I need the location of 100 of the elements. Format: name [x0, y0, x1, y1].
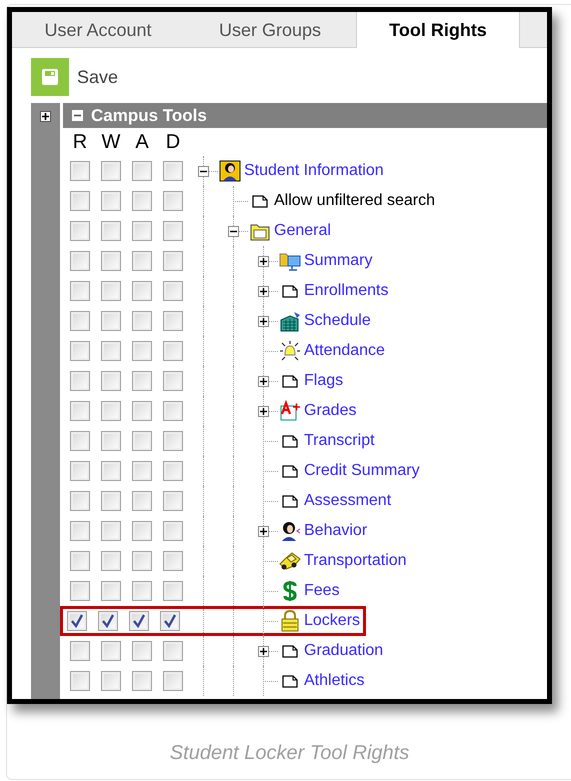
tool-link[interactable]: Attendance: [304, 339, 385, 363]
expand-toggle[interactable]: [258, 256, 269, 267]
collapse-toggle[interactable]: [228, 226, 239, 237]
checkbox[interactable]: [132, 431, 152, 451]
tool-link[interactable]: Flags: [304, 369, 344, 393]
checkbox[interactable]: [101, 581, 121, 601]
checkbox[interactable]: [163, 551, 183, 571]
checkbox[interactable]: [101, 191, 121, 211]
checkbox[interactable]: [163, 401, 183, 421]
checkbox[interactable]: [70, 461, 90, 481]
tool-link[interactable]: Credit Summary: [304, 459, 420, 483]
checkbox[interactable]: [70, 431, 90, 451]
checkbox[interactable]: [70, 671, 90, 691]
checkbox[interactable]: [163, 281, 183, 301]
checkbox[interactable]: [163, 341, 183, 361]
checkbox[interactable]: [132, 401, 152, 421]
checkbox[interactable]: [132, 581, 152, 601]
checkbox[interactable]: [70, 551, 90, 571]
tool-link[interactable]: Grades: [304, 399, 356, 423]
checkbox[interactable]: [132, 281, 152, 301]
checkbox[interactable]: [70, 491, 90, 511]
checkbox[interactable]: [101, 371, 121, 391]
checkbox[interactable]: [101, 341, 121, 361]
checkbox[interactable]: [163, 161, 183, 181]
checkbox[interactable]: [101, 551, 121, 571]
collapse-toggle[interactable]: [72, 110, 83, 121]
tool-link[interactable]: Student Information: [244, 159, 384, 183]
checkbox[interactable]: [101, 401, 121, 421]
checkbox[interactable]: [163, 371, 183, 391]
expand-toggle[interactable]: [258, 286, 269, 297]
collapse-toggle[interactable]: [198, 166, 209, 177]
checkbox[interactable]: [70, 521, 90, 541]
checkbox[interactable]: [70, 371, 90, 391]
expand-toggle[interactable]: [258, 316, 269, 327]
checkbox[interactable]: [70, 581, 90, 601]
checkbox[interactable]: [163, 461, 183, 481]
checkbox[interactable]: [101, 671, 121, 691]
checkbox[interactable]: [101, 491, 121, 511]
checkbox[interactable]: [70, 311, 90, 331]
tool-link[interactable]: Athletics: [304, 669, 364, 693]
tab[interactable]: Tool Rights: [356, 12, 520, 48]
checkbox[interactable]: [101, 461, 121, 481]
checkbox[interactable]: [101, 431, 121, 451]
checkbox[interactable]: [101, 221, 121, 241]
checkbox[interactable]: [132, 521, 152, 541]
tab[interactable]: User Account: [12, 12, 184, 48]
expand-toggle[interactable]: [258, 646, 269, 657]
tool-link[interactable]: Transcript: [304, 429, 375, 453]
checkbox[interactable]: [132, 191, 152, 211]
checkbox[interactable]: [129, 611, 149, 631]
checkbox[interactable]: [70, 161, 90, 181]
checkbox[interactable]: [132, 461, 152, 481]
checkbox[interactable]: [101, 161, 121, 181]
checkbox[interactable]: [70, 221, 90, 241]
checkbox[interactable]: [163, 641, 183, 661]
checkbox[interactable]: [163, 251, 183, 271]
checkbox[interactable]: [163, 581, 183, 601]
checkbox[interactable]: [101, 311, 121, 331]
expand-toggle[interactable]: [258, 376, 269, 387]
checkbox[interactable]: [70, 191, 90, 211]
checkbox[interactable]: [98, 611, 118, 631]
checkbox[interactable]: [163, 491, 183, 511]
checkbox[interactable]: [163, 191, 183, 211]
checkbox[interactable]: [101, 641, 121, 661]
checkbox[interactable]: [132, 551, 152, 571]
expand-toggle[interactable]: [258, 406, 269, 417]
tab[interactable]: User Groups: [184, 12, 356, 48]
checkbox[interactable]: [70, 281, 90, 301]
checkbox[interactable]: [132, 221, 152, 241]
checkbox[interactable]: [101, 521, 121, 541]
tool-link[interactable]: Summary: [304, 249, 372, 273]
tool-link[interactable]: Graduation: [304, 639, 384, 663]
checkbox[interactable]: [101, 251, 121, 271]
tool-link[interactable]: General: [274, 219, 331, 243]
tool-link[interactable]: Fees: [304, 579, 340, 603]
tool-link[interactable]: Assessment: [304, 489, 392, 513]
tool-link[interactable]: Transportation: [304, 549, 407, 573]
checkbox[interactable]: [132, 671, 152, 691]
checkbox[interactable]: [132, 641, 152, 661]
tool-link[interactable]: Behavior: [304, 519, 368, 543]
checkbox[interactable]: [70, 251, 90, 271]
checkbox[interactable]: [163, 221, 183, 241]
checkbox[interactable]: [132, 161, 152, 181]
checkbox[interactable]: [70, 401, 90, 421]
checkbox[interactable]: [70, 341, 90, 361]
checkbox[interactable]: [132, 491, 152, 511]
checkbox[interactable]: [163, 431, 183, 451]
tool-link[interactable]: Schedule: [304, 309, 371, 333]
tool-link[interactable]: Enrollments: [304, 279, 388, 303]
checkbox[interactable]: [163, 311, 183, 331]
checkbox[interactable]: [132, 251, 152, 271]
checkbox[interactable]: [163, 521, 183, 541]
expand-toggle[interactable]: [258, 526, 269, 537]
checkbox[interactable]: [70, 641, 90, 661]
checkbox[interactable]: [163, 671, 183, 691]
save-button[interactable]: Save: [31, 58, 118, 96]
checkbox[interactable]: [132, 371, 152, 391]
expand-all-icon[interactable]: [40, 111, 51, 122]
checkbox[interactable]: [132, 311, 152, 331]
checkbox[interactable]: [160, 611, 180, 631]
